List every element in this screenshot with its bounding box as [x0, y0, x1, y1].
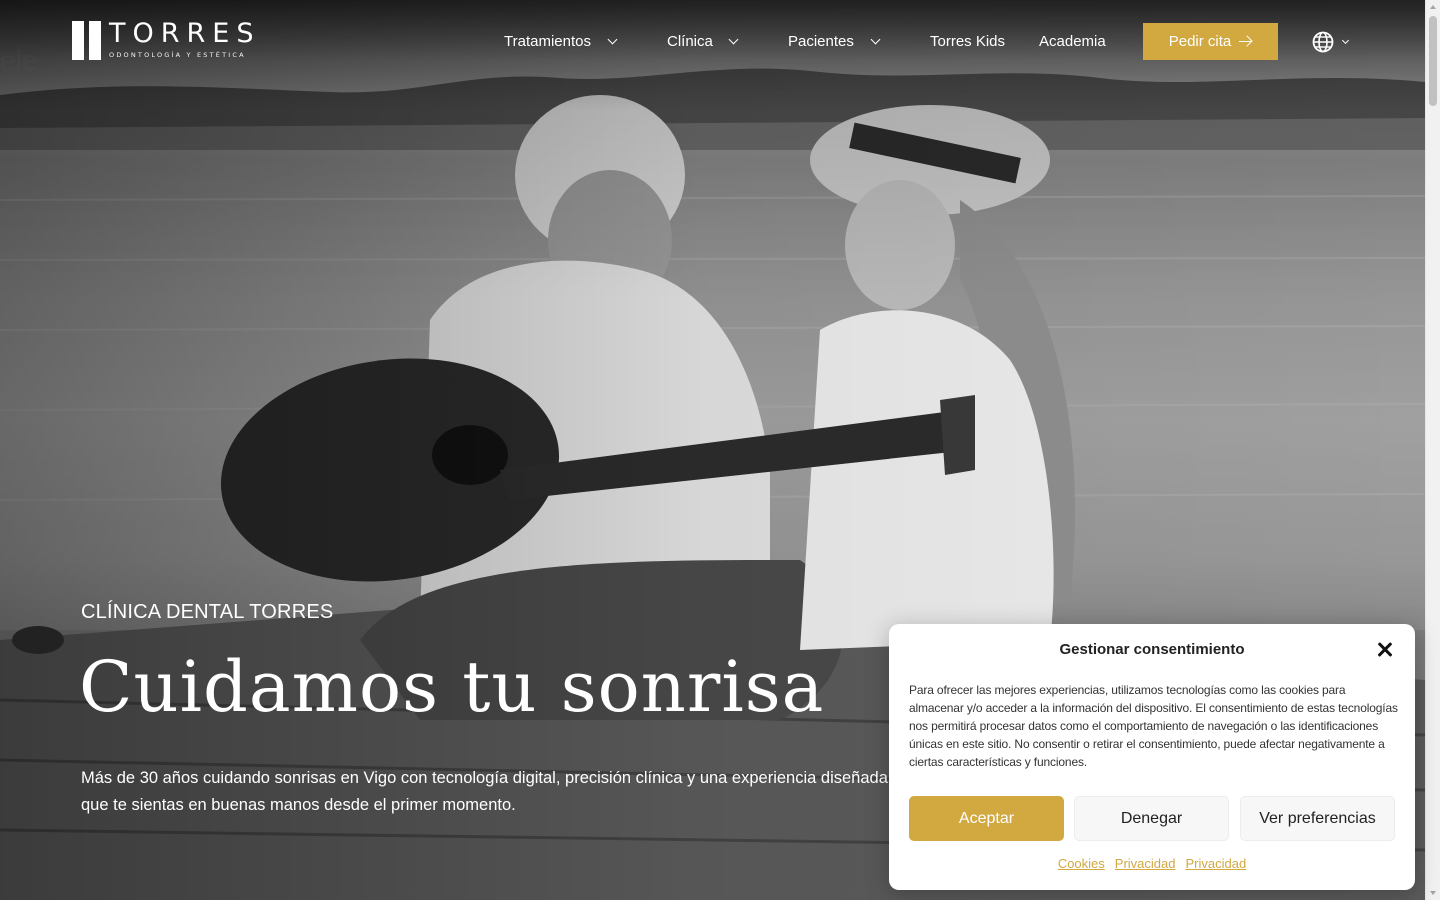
logo-mark-icon — [72, 21, 101, 60]
chevron-down-icon — [728, 34, 739, 44]
scrollbar-thumb[interactable] — [1429, 16, 1437, 106]
logo-name: TORRES — [109, 18, 261, 49]
page: ele TORRES ODONTOLOGÍA Y ESTÉTICA Tratam… — [0, 0, 1440, 900]
nav-item-label: Torres Kids — [930, 32, 1006, 50]
nav-item-clinica[interactable]: Clínica — [667, 23, 739, 59]
arrow-right-icon — [1239, 36, 1252, 48]
nav-item-academia[interactable]: Academia — [1039, 23, 1106, 59]
cookies-link[interactable]: Cookies — [1058, 856, 1105, 871]
accept-button[interactable]: Aceptar — [909, 796, 1064, 841]
book-appointment-label: Pedir cita — [1168, 33, 1232, 50]
consent-links: Cookies Privacidad Privacidad — [889, 856, 1415, 871]
hero-title: Cuidamos tu sonrisa — [79, 646, 825, 728]
consent-title: Gestionar consentimiento — [1059, 641, 1245, 658]
chevron-down-icon — [607, 34, 618, 44]
scroll-down-icon[interactable] — [1430, 891, 1436, 895]
privacy-link[interactable]: Privacidad — [1185, 856, 1246, 871]
logo[interactable]: TORRES ODONTOLOGÍA Y ESTÉTICA — [72, 20, 260, 60]
globe-icon — [1312, 31, 1334, 53]
view-preferences-button[interactable]: Ver preferencias — [1240, 796, 1395, 841]
site-header: TORRES ODONTOLOGÍA Y ESTÉTICA Tratamient… — [0, 0, 1425, 84]
deny-button[interactable]: Denegar — [1074, 796, 1229, 841]
nav-item-torres-kids[interactable]: Torres Kids — [930, 23, 1005, 59]
nav-item-label: Tratamientos — [504, 32, 591, 50]
cookie-consent-dialog: Gestionar consentimiento Para ofrecer la… — [889, 624, 1415, 890]
logo-tagline: ODONTOLOGÍA Y ESTÉTICA — [109, 51, 246, 59]
language-selector[interactable] — [1312, 30, 1350, 54]
close-icon[interactable] — [1375, 640, 1395, 660]
nav-item-label: Clínica — [667, 32, 713, 50]
scroll-up-icon[interactable] — [1430, 5, 1436, 9]
chevron-down-icon — [870, 34, 881, 44]
hero-subtitle-line-2: que te sientas en buenas manos desde el … — [81, 796, 516, 814]
consent-body: Para ofrecer las mejores experiencias, u… — [909, 683, 1398, 769]
hero-subtitle-line-1: Más de 30 años cuidando sonrisas en Vigo… — [81, 769, 926, 787]
page-scrollbar[interactable] — [1425, 0, 1440, 900]
book-appointment-button[interactable]: Pedir cita — [1143, 23, 1278, 60]
privacy-link[interactable]: Privacidad — [1115, 856, 1176, 871]
hero-eyebrow: CLÍNICA DENTAL TORRES — [81, 601, 334, 623]
nav-item-label: Academia — [1039, 32, 1106, 50]
nav-item-pacientes[interactable]: Pacientes — [788, 23, 881, 59]
chevron-down-icon — [1341, 36, 1350, 45]
nav-item-tratamientos[interactable]: Tratamientos — [504, 23, 618, 59]
nav-item-label: Pacientes — [788, 32, 854, 50]
